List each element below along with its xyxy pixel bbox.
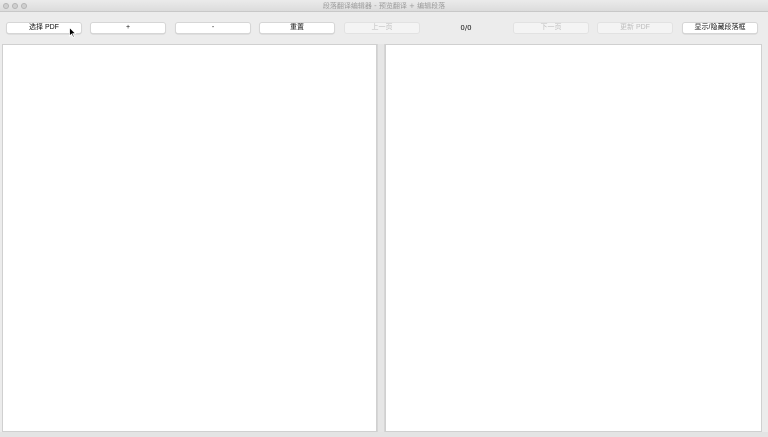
page-indicator: 0/0 bbox=[460, 24, 472, 32]
pdf-preview-pane[interactable] bbox=[2, 44, 377, 432]
window-bottom-edge bbox=[0, 432, 768, 437]
toolbar: 选择 PDF + - 重置 上一页 0/0 下一页 更新 PDF 显示/隐藏段落… bbox=[0, 12, 768, 44]
next-page-button[interactable]: 下一页 bbox=[513, 22, 589, 34]
split-divider[interactable] bbox=[377, 44, 385, 432]
title-bar: 段落翻译编辑器 - 预览翻译 + 编辑段落 bbox=[0, 0, 768, 12]
zoom-in-button[interactable]: + bbox=[90, 22, 166, 34]
toggle-paragraph-boxes-button[interactable]: 显示/隐藏段落框 bbox=[682, 22, 758, 34]
prev-page-button[interactable]: 上一页 bbox=[344, 22, 420, 34]
mouse-pointer-icon bbox=[69, 27, 77, 38]
paragraph-editor-pane[interactable] bbox=[385, 44, 762, 432]
reset-button[interactable]: 重置 bbox=[259, 22, 335, 34]
window-title: 段落翻译编辑器 - 预览翻译 + 编辑段落 bbox=[322, 2, 446, 10]
update-pdf-button[interactable]: 更新 PDF bbox=[597, 22, 673, 34]
zoom-out-button[interactable]: - bbox=[175, 22, 251, 34]
